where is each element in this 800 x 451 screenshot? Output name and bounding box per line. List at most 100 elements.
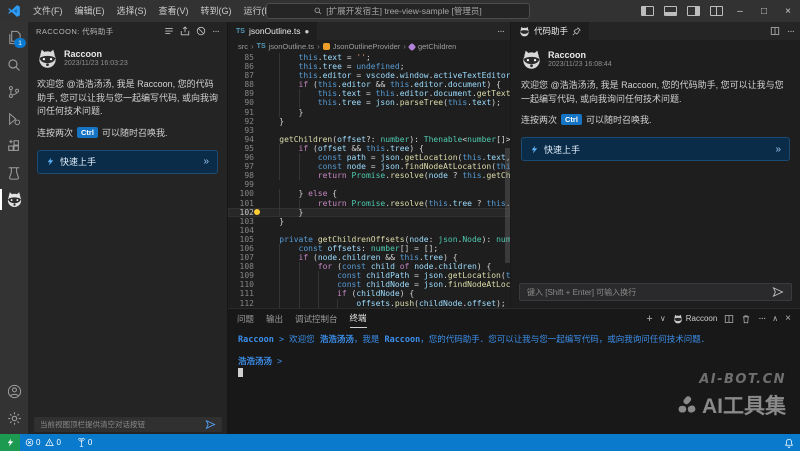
- tab-assistant[interactable]: 代码助手: [511, 22, 589, 40]
- breadcrumb-class[interactable]: JsonOutlineProvider: [333, 42, 401, 51]
- chevron-down-icon[interactable]: ∨: [660, 314, 666, 323]
- split-terminal-icon[interactable]: [724, 314, 734, 324]
- line-number: 103: [228, 217, 260, 226]
- code-line-103[interactable]: 103 }: [228, 217, 510, 226]
- code-line-108[interactable]: 108 for (const child of node.children) {: [228, 262, 510, 271]
- new-terminal-icon[interactable]: +: [646, 313, 652, 325]
- code-line-105[interactable]: 105 private getChildrenOffsets(node: jso…: [228, 235, 510, 244]
- code-line-85[interactable]: 85 this.text = '';: [228, 53, 510, 62]
- accounts-icon[interactable]: [0, 378, 28, 405]
- menu-file[interactable]: 文件(F): [27, 0, 69, 22]
- sidebar-more-icon[interactable]: ···: [212, 26, 219, 37]
- code-line-102[interactable]: 102 }: [228, 208, 510, 217]
- command-center-search[interactable]: [扩展开发宿主] tree-view-sample [管理员]: [266, 3, 530, 19]
- minimize-button[interactable]: –: [728, 0, 752, 22]
- extensions-icon[interactable]: [0, 132, 28, 159]
- code-line-110[interactable]: 110 const childNode = json.findNodeAtLoc…: [228, 280, 510, 289]
- send-icon[interactable]: [205, 419, 216, 430]
- source-control-icon[interactable]: [0, 78, 28, 105]
- code-line-96[interactable]: 96 const path = json.getLocation(this.te…: [228, 153, 510, 162]
- code-line-94[interactable]: 94 getChildren(offset?: number): Thenabl…: [228, 135, 510, 144]
- editor-more-actions-icon[interactable]: ···: [497, 26, 510, 37]
- close-panel-icon[interactable]: ×: [785, 313, 791, 324]
- clear-chat-icon[interactable]: [196, 26, 206, 36]
- tab-jsonoutline[interactable]: TS jsonOutline.ts ●: [228, 22, 317, 40]
- split-editor-icon[interactable]: [770, 26, 780, 36]
- raccoon-icon: [673, 314, 683, 324]
- line-number: 85: [228, 53, 260, 62]
- panel-header: 问题 输出 调试控制台 终端 + ∨ Raccoon ··· ∧ ×: [228, 309, 800, 328]
- menu-view[interactable]: 查看(V): [153, 0, 195, 22]
- dirty-indicator-icon[interactable]: ●: [304, 27, 309, 36]
- toggle-secondary-sidebar-icon[interactable]: [687, 6, 700, 16]
- history-icon[interactable]: [164, 26, 174, 36]
- code-line-107[interactable]: 107 if (node.children && this.tree) {: [228, 253, 510, 262]
- breadcrumb-file[interactable]: jsonOutline.ts: [269, 42, 314, 51]
- code-line-104[interactable]: 104: [228, 226, 510, 235]
- quickstart-button[interactable]: 快速上手 »: [521, 137, 790, 161]
- bell-icon[interactable]: [784, 438, 794, 448]
- toggle-panel-icon[interactable]: [664, 6, 677, 16]
- code-line-90[interactable]: 90 this.tree = json.parseTree(this.text)…: [228, 98, 510, 107]
- code-line-101[interactable]: 101 return Promise.resolve(this.tree ? t…: [228, 199, 510, 208]
- testing-icon[interactable]: [0, 159, 28, 186]
- warning-count: 0: [56, 438, 60, 447]
- close-button[interactable]: ×: [776, 0, 800, 22]
- code-line-111[interactable]: 111 if (childNode) {: [228, 289, 510, 298]
- send-icon[interactable]: [772, 286, 784, 298]
- maximize-button[interactable]: □: [752, 0, 776, 22]
- watermark-title: AI工具集: [702, 390, 786, 420]
- problems-status[interactable]: 0 0: [20, 438, 66, 447]
- code-line-109[interactable]: 109 const childPath = json.getLocation(t…: [228, 271, 510, 280]
- code-line-97[interactable]: 97 const node = json.findNodeAtLocation(…: [228, 162, 510, 171]
- tab-debug-console[interactable]: 调试控制台: [295, 309, 338, 328]
- pin-icon[interactable]: [572, 27, 581, 36]
- breadcrumb-src[interactable]: src: [238, 42, 248, 51]
- code-line-91[interactable]: 91 }: [228, 108, 510, 117]
- chevron-right-icon: »: [775, 144, 781, 155]
- raccoon-icon[interactable]: [0, 186, 28, 213]
- code-line-92[interactable]: 92 }: [228, 117, 510, 126]
- trash-icon[interactable]: [741, 314, 751, 324]
- code-line-88[interactable]: 88 if (this.editor && this.editor.docume…: [228, 80, 510, 89]
- maximize-panel-icon[interactable]: ∧: [772, 314, 778, 323]
- editor-layout-icon[interactable]: [710, 6, 723, 16]
- error-icon: [25, 438, 34, 447]
- explorer-icon[interactable]: 1: [0, 24, 28, 51]
- code-line-98[interactable]: 98 return Promise.resolve(node ? this.ge…: [228, 171, 510, 180]
- code-line-89[interactable]: 89 this.text = this.editor.document.getT…: [228, 89, 510, 98]
- code-line-99[interactable]: 99: [228, 180, 510, 189]
- code-line-100[interactable]: 100 } else {: [228, 189, 510, 198]
- assistant-more-actions-icon[interactable]: ···: [787, 26, 794, 37]
- assistant-editor-group: 代码助手 ··· Raccoon 2023/11/23 16:08:44 欢迎您…: [510, 22, 800, 308]
- code-line-112[interactable]: 112 offsets.push(childNode.offset);: [228, 299, 510, 308]
- line-number: 95: [228, 144, 260, 153]
- ports-status[interactable]: 0: [72, 438, 97, 447]
- tab-problems[interactable]: 问题: [237, 309, 254, 328]
- terminal-instance[interactable]: Raccoon: [673, 314, 718, 324]
- breadcrumb-method[interactable]: getChildren: [418, 42, 456, 51]
- quickstart-button[interactable]: 快速上手 »: [37, 150, 218, 174]
- code-line-93[interactable]: 93: [228, 126, 510, 135]
- export-icon[interactable]: [180, 26, 190, 36]
- code-line-86[interactable]: 86 this.tree = undefined;: [228, 62, 510, 71]
- tab-output[interactable]: 输出: [266, 309, 283, 328]
- code-line-95[interactable]: 95 if (offset && this.tree) {: [228, 144, 510, 153]
- settings-gear-icon[interactable]: [0, 405, 28, 432]
- sidebar-chat-input[interactable]: 当前视图顶栏提供清空对话按钮: [34, 417, 222, 432]
- run-debug-icon[interactable]: [0, 105, 28, 132]
- lightbulb-icon[interactable]: [254, 209, 260, 215]
- code-editor[interactable]: 85 this.text = '';86 this.tree = undefin…: [228, 53, 510, 308]
- menu-selection[interactable]: 选择(S): [111, 0, 153, 22]
- remote-indicator[interactable]: [0, 434, 20, 451]
- menu-goto[interactable]: 转到(G): [195, 0, 238, 22]
- code-line-87[interactable]: 87 this.editor = vscode.window.activeTex…: [228, 71, 510, 80]
- assistant-chat-input[interactable]: 键入 [Shift + Enter] 可输入换行: [519, 283, 792, 301]
- hint-row: 连按两次 Ctrl 可以随时召唤我.: [37, 126, 218, 139]
- toggle-sidebar-icon[interactable]: [641, 6, 654, 16]
- panel-more-actions-icon[interactable]: ···: [758, 313, 765, 324]
- search-icon[interactable]: [0, 51, 28, 78]
- tab-terminal[interactable]: 终端: [350, 309, 367, 328]
- menu-edit[interactable]: 编辑(E): [69, 0, 111, 22]
- code-line-106[interactable]: 106 const offsets: number[] = [];: [228, 244, 510, 253]
